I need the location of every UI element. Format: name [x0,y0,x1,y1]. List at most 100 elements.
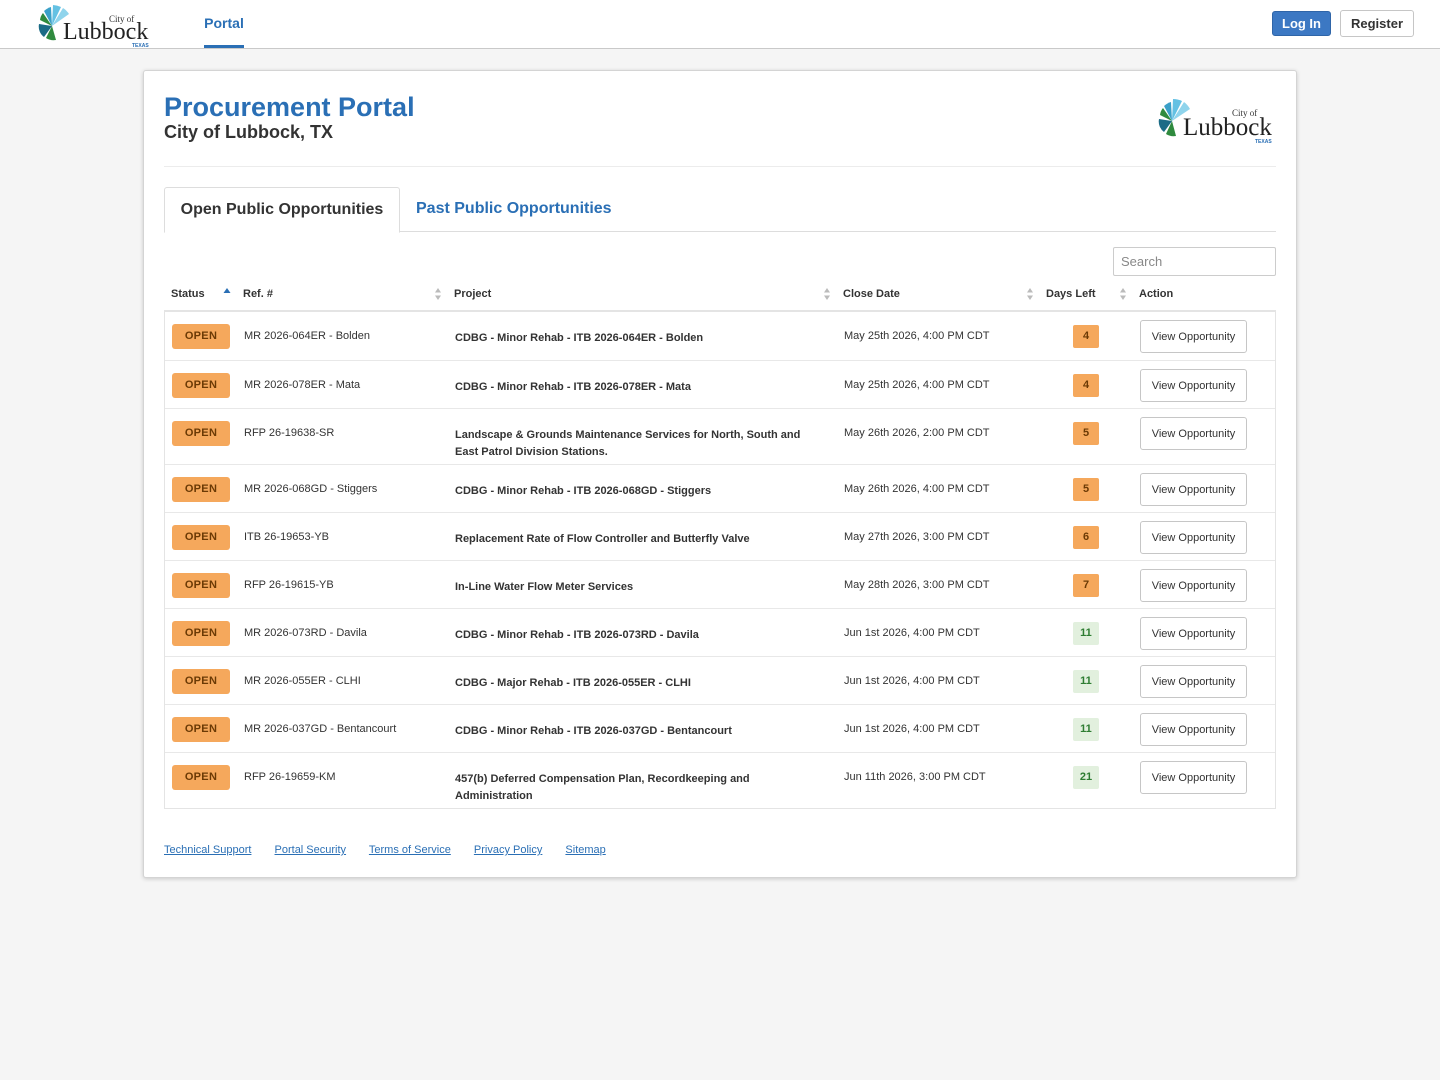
svg-text:Lubbock: Lubbock [1183,114,1272,141]
tab-past-public-opportunities[interactable]: Past Public Opportunities [416,187,612,231]
search-input[interactable] [1113,247,1276,276]
header-divider [164,166,1276,167]
table-row: OPEN RFP 26-19638-SR Landscape & Grounds… [165,408,1275,464]
tab-open-public-opportunities[interactable]: Open Public Opportunities [164,187,400,233]
days-left-badge: 7 [1073,574,1099,597]
footer-link-privacy-policy[interactable]: Privacy Policy [474,844,542,856]
close-date: Jun 1st 2026, 4:00 PM CDT [844,675,980,687]
column-header-ref[interactable]: Ref. # [243,279,273,310]
status-badge: OPEN [172,765,230,790]
days-left-badge: 11 [1073,622,1099,645]
days-left-badge: 4 [1073,325,1099,348]
sort-ascending-icon[interactable] [223,287,231,301]
ref-number: MR 2026-037GD - Bentancourt [244,723,397,735]
view-opportunity-button[interactable]: View Opportunity [1140,665,1247,698]
table-row: OPEN MR 2026-078ER - Mata CDBG - Minor R… [165,360,1275,408]
table-row: OPEN MR 2026-055ER - CLHI CDBG - Major R… [165,656,1275,704]
ref-number: ITB 26-19653-YB [244,531,329,543]
svg-text:TEXAS: TEXAS [132,43,149,48]
sort-icon[interactable] [434,287,442,301]
project-name: CDBG - Minor Rehab - ITB 2026-078ER - Ma… [455,381,691,393]
opportunities-table-body: OPEN MR 2026-064ER - Bolden CDBG - Minor… [164,312,1276,809]
column-header-days-left[interactable]: Days Left [1046,279,1096,310]
ref-number: RFP 26-19659-KM [244,771,336,783]
project-name: CDBG - Minor Rehab - ITB 2026-073RD - Da… [455,629,699,641]
days-left-badge: 11 [1073,670,1099,693]
svg-text:TEXAS: TEXAS [1255,139,1272,145]
project-name: In-Line Water Flow Meter Services [455,581,634,593]
city-of-lubbock-logo: City of Lubbock TEXAS [1158,99,1272,145]
page-title: Procurement Portal [164,92,415,122]
close-date: Jun 1st 2026, 4:00 PM CDT [844,723,980,735]
view-opportunity-button[interactable]: View Opportunity [1140,521,1247,554]
close-date: May 28th 2026, 3:00 PM CDT [844,579,990,591]
status-badge: OPEN [172,717,230,742]
close-date: May 27th 2026, 3:00 PM CDT [844,531,990,543]
page-subtitle: City of Lubbock, TX [164,122,333,142]
footer-links: Technical Support Portal Security Terms … [164,844,626,856]
svg-text:Lubbock: Lubbock [63,19,148,45]
ref-number: RFP 26-19615-YB [244,579,334,591]
days-left-badge: 11 [1073,718,1099,741]
ref-number: MR 2026-078ER - Mata [244,379,361,391]
status-badge: OPEN [172,421,230,446]
view-opportunity-button[interactable]: View Opportunity [1140,369,1247,402]
view-opportunity-button[interactable]: View Opportunity [1140,617,1247,650]
top-nav-bar: City of Lubbock TEXAS Portal Log In Regi… [0,0,1440,49]
column-header-close-date[interactable]: Close Date [843,279,900,310]
view-opportunity-button[interactable]: View Opportunity [1140,761,1247,794]
close-date: May 26th 2026, 4:00 PM CDT [844,483,990,495]
column-header-project[interactable]: Project [454,279,491,310]
table-row: OPEN RFP 26-19659-KM 457(b) Deferred Com… [165,752,1275,808]
project-name: CDBG - Minor Rehab - ITB 2026-037GD - Be… [455,725,732,737]
project-name: CDBG - Minor Rehab - ITB 2026-068GD - St… [455,485,712,497]
sort-icon[interactable] [1026,287,1034,301]
sort-icon[interactable] [823,287,831,301]
project-name: Landscape & Grounds Maintenance Services… [455,429,801,458]
days-left-badge: 21 [1073,766,1099,789]
close-date: Jun 11th 2026, 3:00 PM CDT [844,771,986,783]
sort-icon[interactable] [1119,287,1127,301]
close-date: May 25th 2026, 4:00 PM CDT [844,330,990,342]
status-badge: OPEN [172,373,230,398]
close-date: May 25th 2026, 4:00 PM CDT [844,379,990,391]
table-row: OPEN MR 2026-064ER - Bolden CDBG - Minor… [165,312,1275,360]
days-left-badge: 6 [1073,526,1099,549]
view-opportunity-button[interactable]: View Opportunity [1140,473,1247,506]
nav-tab-portal[interactable]: Portal [204,0,244,48]
log-in-button[interactable]: Log In [1272,11,1331,36]
view-opportunity-button[interactable]: View Opportunity [1140,417,1247,450]
register-button[interactable]: Register [1340,10,1414,37]
footer-link-technical-support[interactable]: Technical Support [164,844,251,856]
ref-number: MR 2026-073RD - Davila [244,627,367,639]
table-row: OPEN MR 2026-068GD - Stiggers CDBG - Min… [165,464,1275,512]
days-left-badge: 4 [1073,374,1099,397]
view-opportunity-button[interactable]: View Opportunity [1140,320,1247,353]
ref-number: MR 2026-064ER - Bolden [244,330,370,342]
status-badge: OPEN [172,477,230,502]
column-header-status[interactable]: Status [171,279,205,310]
ref-number: RFP 26-19638-SR [244,427,335,439]
days-left-badge: 5 [1073,422,1099,445]
footer-link-terms-of-service[interactable]: Terms of Service [369,844,451,856]
status-badge: OPEN [172,573,230,598]
close-date: May 26th 2026, 2:00 PM CDT [844,427,990,439]
column-header-action: Action [1139,288,1174,300]
view-opportunity-button[interactable]: View Opportunity [1140,713,1247,746]
project-name: Replacement Rate of Flow Controller and … [455,533,750,545]
table-row: OPEN MR 2026-037GD - Bentancourt CDBG - … [165,704,1275,752]
table-row: OPEN MR 2026-073RD - Davila CDBG - Minor… [165,608,1275,656]
footer-link-sitemap[interactable]: Sitemap [565,844,605,856]
status-badge: OPEN [172,621,230,646]
footer-link-portal-security[interactable]: Portal Security [275,844,347,856]
status-badge: OPEN [172,324,230,349]
view-opportunity-button[interactable]: View Opportunity [1140,569,1247,602]
close-date: Jun 1st 2026, 4:00 PM CDT [844,627,980,639]
city-of-lubbock-logo[interactable]: City of Lubbock TEXAS [38,0,156,48]
project-name: CDBG - Minor Rehab - ITB 2026-064ER - Bo… [455,332,704,344]
project-name: CDBG - Major Rehab - ITB 2026-055ER - CL… [455,677,691,689]
status-badge: OPEN [172,669,230,694]
ref-number: MR 2026-055ER - CLHI [244,675,361,687]
table-row: OPEN RFP 26-19615-YB In-Line Water Flow … [165,560,1275,608]
status-badge: OPEN [172,525,230,550]
